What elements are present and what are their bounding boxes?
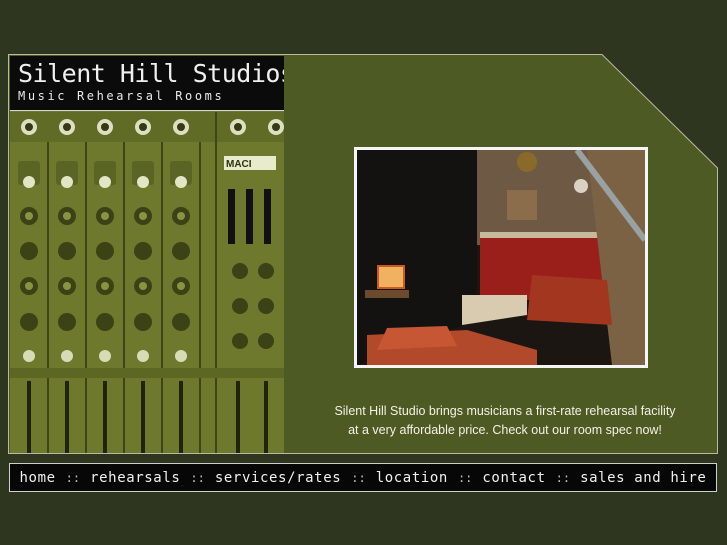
site-subtitle: Music Rehearsal Rooms bbox=[18, 89, 225, 103]
nav-services-rates[interactable]: services/rates bbox=[215, 470, 341, 486]
nav-rehearsals[interactable]: rehearsals bbox=[90, 470, 180, 486]
nav-location[interactable]: location bbox=[376, 470, 448, 486]
main-nav: home :: rehearsals :: services/rates :: … bbox=[9, 463, 717, 492]
nav-separator: :: bbox=[555, 470, 571, 485]
nav-separator: :: bbox=[351, 470, 366, 485]
mixing-console-image: MACI Silent Hill Studios Music Rehearsal… bbox=[10, 56, 284, 453]
studio-photo-frame bbox=[354, 147, 648, 368]
studio-tagline: Silent Hill Studio brings musicians a fi… bbox=[300, 402, 710, 440]
nav-separator: :: bbox=[190, 470, 205, 485]
site-title: Silent Hill Studios bbox=[18, 59, 284, 88]
rehearsal-room-photo bbox=[357, 150, 645, 365]
tagline-line-1: Silent Hill Studio brings musicians a fi… bbox=[334, 404, 676, 418]
mixer-graphic: MACI bbox=[10, 56, 284, 453]
nav-sales-and-hire[interactable]: sales and hire bbox=[580, 470, 706, 486]
svg-text:MACI: MACI bbox=[226, 159, 252, 170]
logo[interactable]: Silent Hill Studios Music Rehearsal Room… bbox=[10, 56, 284, 111]
nav-contact[interactable]: contact bbox=[482, 470, 545, 486]
nav-home[interactable]: home bbox=[20, 470, 56, 486]
tagline-line-2: at a very affordable price. Check out ou… bbox=[348, 423, 662, 437]
nav-separator: :: bbox=[457, 470, 473, 485]
nav-separator: :: bbox=[65, 470, 81, 485]
